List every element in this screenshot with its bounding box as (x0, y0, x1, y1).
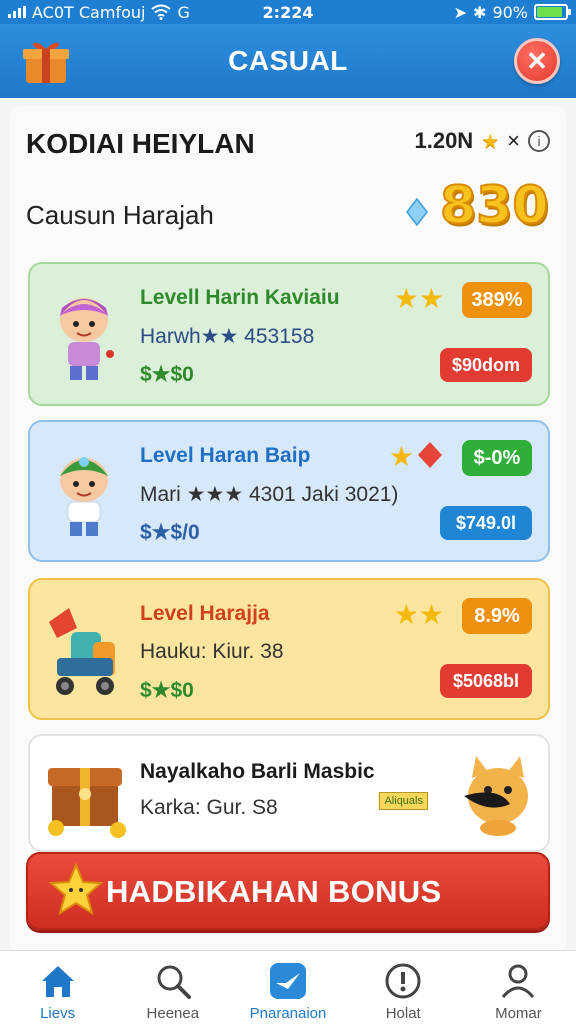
price-badge[interactable]: $5068bl (440, 664, 532, 698)
cat-mascot-icon (464, 756, 528, 836)
user-name: KODIAI HEIYLAN (26, 128, 255, 159)
treasure-chest-icon (48, 768, 126, 838)
price-badge[interactable]: $749.0l (440, 506, 532, 540)
battery-percent: 90% (492, 2, 528, 22)
nav-label: Pnaranaion (249, 1005, 327, 1022)
nav-label: Heenea (146, 1005, 200, 1022)
stat-value: 1.20N (414, 128, 474, 153)
bonus-button[interactable]: HADBIKAHAN BONUS (26, 852, 550, 930)
bonus-subtitle: Karka: Gur. S8 (140, 796, 278, 819)
carrier-label: AC0T Camfouj (32, 2, 146, 22)
bonus-title: Nayalkaho Barli Masbic (140, 760, 375, 783)
nav-item-home[interactable]: Lievs (0, 951, 115, 1024)
level-title: Level Haran Baip (140, 444, 311, 467)
user-icon (502, 964, 535, 998)
diamond-icon (418, 442, 442, 468)
nav-item-center[interactable]: Pnaranaion (230, 951, 345, 1024)
status-bar: AC0T Camfouj G 2:224 ➤ ✱ 90% (0, 0, 576, 24)
bottom-nav: Lievs Heenea Pnaranaion Holat Momar (0, 950, 576, 1024)
signal-icon (8, 6, 26, 18)
kid-avatar-icon (60, 457, 108, 536)
level-price: $★$0 (140, 679, 194, 702)
level-card[interactable]: Level Harajja Hauku: Kiur. 38 $★$0 ★★ 8.… (28, 578, 550, 720)
rating-stars: ★ (389, 440, 444, 473)
close-icon: ✕ (526, 45, 548, 76)
level-title: Level Harajja (140, 602, 270, 625)
star-icon (48, 862, 104, 916)
nav-label: Momar (495, 1005, 542, 1022)
info-icon (385, 963, 421, 999)
close-button[interactable]: ✕ (514, 38, 560, 84)
percent-badge: 8.9% (462, 598, 532, 634)
home-icon (41, 966, 74, 997)
app-header: CASUAL ✕ (0, 24, 576, 98)
percent-badge: 389% (462, 282, 532, 318)
level-subtitle: Mari ★★★ 4301 Jaki 3021) (140, 483, 399, 506)
kid-avatar-icon (59, 298, 114, 380)
level-card[interactable]: Level Haran Baip Mari ★★★ 4301 Jaki 3021… (28, 420, 550, 562)
luggage-cart-icon (49, 608, 115, 695)
nav-label: Lievs (40, 1005, 76, 1022)
nav-item-profile[interactable]: Momar (461, 951, 576, 1024)
level-price: $★$/0 (140, 521, 200, 544)
level-card[interactable]: Levell Harin Kaviaiu Harwh★★ 453158 $★$0… (28, 262, 550, 406)
bonus-label: HADBIKAHAN BONUS (106, 874, 442, 909)
bonus-card[interactable]: Nayalkaho Barli Masbic Karka: Gur. S8 Al… (28, 734, 550, 852)
percent-badge: $-0% (462, 440, 532, 476)
battery-icon (534, 4, 571, 20)
level-subtitle: Harwh★★ 453158 (140, 325, 315, 348)
nav-item-info[interactable]: Holat (346, 951, 461, 1024)
rating-stars: ★★ (393, 283, 444, 314)
price-badge[interactable]: $90dom (440, 348, 532, 382)
gift-icon[interactable] (20, 35, 72, 87)
bonus-tag: Aliquals (379, 792, 428, 810)
location-icon: ➤ (453, 2, 468, 22)
page-title: CASUAL (228, 45, 348, 76)
star-icon: ★ (481, 130, 500, 153)
level-price: $★$0 (140, 363, 194, 386)
star-icon: ★ (388, 441, 414, 472)
plane-icon (270, 963, 306, 999)
search-icon (157, 965, 191, 999)
wifi-icon (151, 4, 172, 20)
player-subtitle: Causun Harajah (26, 200, 214, 230)
level-subtitle: Hauku: Kiur. 38 (140, 640, 284, 663)
diamond-icon (406, 198, 428, 226)
nav-item-search[interactable]: Heenea (115, 951, 230, 1024)
bluetooth-icon: ✱ (473, 2, 487, 22)
score-counter: 830 (439, 175, 550, 237)
nav-label: Holat (385, 1005, 421, 1022)
stat-row: 1.20N ★ × i (414, 128, 550, 154)
multiplier: × (507, 128, 520, 153)
rating-stars: ★★ (393, 599, 444, 630)
info-icon[interactable]: i (528, 130, 550, 152)
level-title: Levell Harin Kaviaiu (140, 286, 340, 309)
